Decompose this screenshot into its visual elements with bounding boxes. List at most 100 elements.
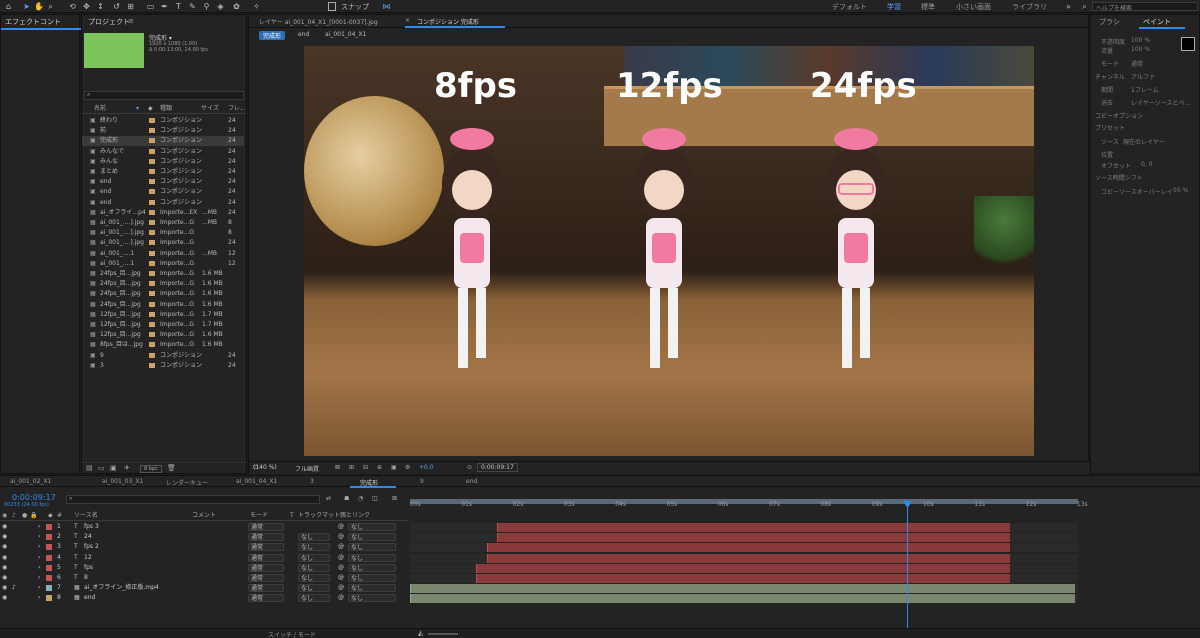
project-item[interactable]: ▦ ai_オフライ...p4 Importe...EX ...MB 24	[82, 208, 244, 218]
channels-value[interactable]: アルファ	[1131, 72, 1155, 81]
pickwhip-icon[interactable]: @	[338, 522, 344, 532]
expand-twirl-icon[interactable]: ›	[38, 522, 40, 532]
composition-viewport[interactable]: 8fps 12fps 24fps	[304, 46, 1034, 456]
trash-icon[interactable]: 🗑	[167, 464, 176, 472]
draft-3d-icon[interactable]: ☗	[344, 495, 349, 502]
t-header[interactable]: T	[290, 511, 294, 521]
offset-value[interactable]: 0, 0	[1141, 161, 1152, 168]
label-swatch-icon[interactable]	[149, 220, 155, 225]
breadcrumb-item-end[interactable]: end	[298, 31, 309, 38]
expand-twirl-icon[interactable]: ›	[38, 553, 40, 563]
new-folder-icon[interactable]: ▭	[98, 464, 105, 472]
parent-dropdown[interactable]: なし	[348, 543, 396, 552]
label-swatch-icon[interactable]	[149, 260, 155, 266]
expand-twirl-icon[interactable]: ›	[38, 583, 40, 593]
label-color-swatch[interactable]	[46, 544, 52, 551]
layer-name[interactable]: fps 2	[84, 542, 99, 552]
project-item[interactable]: ▣ end コンポジション 24	[82, 198, 244, 208]
trackmatte-dropdown[interactable]: なし	[298, 543, 330, 552]
label-color-swatch[interactable]	[46, 564, 52, 571]
zoom-level[interactable]: (140 %)	[253, 464, 277, 471]
panel-menu-icon[interactable]: ≡	[128, 17, 134, 25]
visibility-toggle-icon[interactable]: ◉	[2, 522, 7, 532]
parent-dropdown[interactable]: なし	[348, 584, 396, 593]
parent-dropdown[interactable]: なし	[348, 563, 396, 572]
region-of-interest-icon[interactable]: ⊠	[335, 464, 340, 471]
brush-tool-icon[interactable]: ✎	[188, 2, 197, 11]
label-swatch-icon[interactable]	[149, 118, 155, 123]
project-item[interactable]: ▣ まとめ コンポジション 24	[82, 167, 244, 177]
label-swatch-icon[interactable]	[149, 311, 155, 317]
parent-dropdown[interactable]: なし	[348, 594, 396, 603]
label-swatch-icon[interactable]	[149, 189, 155, 195]
erase-value[interactable]: レイヤーソースとペ...	[1131, 98, 1190, 107]
lock-header-icon[interactable]: 🔒	[30, 511, 37, 521]
bpc-button[interactable]: 8 bpc	[140, 465, 162, 473]
breadcrumb-item-layer[interactable]: ai_001_04_X1	[325, 31, 366, 38]
layer-duration-bar[interactable]	[497, 533, 1010, 543]
blend-mode-dropdown[interactable]: 通常	[248, 594, 284, 603]
blend-mode-dropdown[interactable]: 通常	[248, 553, 284, 562]
label-swatch-icon[interactable]	[149, 169, 155, 174]
label-color-swatch[interactable]	[46, 524, 52, 530]
pickwhip-icon[interactable]: @	[338, 583, 344, 593]
pickwhip-icon[interactable]: @	[338, 542, 344, 552]
duration-value[interactable]: 1フレーム	[1131, 85, 1159, 94]
label-header-icon[interactable]: ◆	[48, 511, 53, 521]
clone-overlay-value[interactable]: 50 %	[1173, 187, 1188, 194]
workspace-default[interactable]: デフォルト	[832, 2, 867, 12]
exposure-value[interactable]: +0.0	[419, 464, 434, 471]
snapshot-icon[interactable]: ▣	[391, 464, 397, 471]
mode-value[interactable]: 通常	[1131, 59, 1143, 68]
home-icon[interactable]: ⌂	[4, 2, 13, 11]
mask-visibility-icon[interactable]: ⊟	[363, 464, 368, 471]
label-color-swatch[interactable]	[46, 575, 52, 581]
show-channel-icon[interactable]: ⚙	[405, 464, 410, 471]
puppet-pin-icon[interactable]: ✧	[252, 2, 261, 11]
workspace-small-screen[interactable]: 小さい画面	[956, 2, 991, 12]
interpret-footage-icon[interactable]: ▤	[86, 464, 93, 472]
label-color-swatch[interactable]	[46, 534, 52, 541]
roto-brush-icon[interactable]: ✿	[232, 2, 241, 11]
layer-duration-bar[interactable]	[487, 543, 1010, 553]
timeline-tab[interactable]: ai_001_02_X1	[10, 478, 51, 485]
layer-name[interactable]: 12	[84, 553, 92, 563]
project-item[interactable]: ▦ 12fps_目...jpg Importe...G 1.7 MB	[82, 320, 244, 330]
orbit-tool-icon[interactable]: ↕	[96, 2, 105, 11]
blend-mode-dropdown[interactable]: 通常	[248, 523, 284, 531]
timeline-tab[interactable]: 9	[420, 478, 424, 485]
pickwhip-icon[interactable]: @	[338, 532, 344, 542]
trackmatte-dropdown[interactable]: なし	[298, 553, 330, 562]
project-item[interactable]: ▣ みんな コンポジション 24	[82, 157, 244, 167]
shy-layers-icon[interactable]: ◔	[358, 495, 363, 502]
project-item[interactable]: ▦ 24fps_目...jpg Importe...G 1.6 MB	[82, 269, 244, 279]
layer-name[interactable]: ai_オフライン_修正版.mp4	[84, 583, 159, 593]
visibility-header-icon[interactable]: ◉	[2, 511, 7, 521]
visibility-toggle-icon[interactable]: ◉	[2, 532, 7, 542]
label-color-swatch[interactable]	[46, 595, 52, 602]
layer-row[interactable]: ◉ › 5 Tfps 通常 なし @ なし	[0, 563, 1200, 573]
label-swatch-icon[interactable]	[149, 138, 155, 144]
tab-brush[interactable]: ブラシ	[1099, 17, 1120, 27]
col-type[interactable]: 種類	[160, 104, 172, 114]
camera-snapshot-icon[interactable]: ⊙	[467, 464, 472, 471]
timeline-tab[interactable]: ai_001_04_X1	[236, 478, 277, 485]
time-ruler[interactable]: 00s 01s 02s 03s 04s 05s 06s 07s 08s 09s 10s 11s 12s 1…	[410, 499, 1088, 521]
graph-editor-icon[interactable]: ⊠	[392, 495, 397, 502]
expand-twirl-icon[interactable]: ›	[38, 593, 40, 603]
layer-name[interactable]: fps 3	[84, 522, 99, 532]
project-item[interactable]: ▦ 8fps_目は...jpg Importe...G 1.6 MB	[82, 340, 244, 350]
source-name-header[interactable]: ソース名	[74, 511, 98, 521]
comment-header[interactable]: コメント	[192, 511, 216, 521]
selection-tool-icon[interactable]: ➤	[22, 2, 31, 11]
new-comp-icon[interactable]: ▣	[110, 464, 117, 472]
eraser-tool-icon[interactable]: ◈	[216, 2, 225, 11]
timeline-search-input[interactable]: ⌕	[66, 495, 320, 504]
comp-mini-flowchart-icon[interactable]: ⇄	[326, 495, 331, 502]
project-item[interactable]: ▣ 3 コンポジション 24	[82, 361, 244, 371]
label-swatch-icon[interactable]	[149, 179, 155, 185]
blend-mode-dropdown[interactable]: 通常	[248, 533, 284, 542]
project-item[interactable]: ▣ 前 コンポジション 24	[82, 126, 244, 136]
visibility-toggle-icon[interactable]: ◉	[2, 563, 7, 573]
label-icon[interactable]: ◆	[148, 104, 153, 114]
